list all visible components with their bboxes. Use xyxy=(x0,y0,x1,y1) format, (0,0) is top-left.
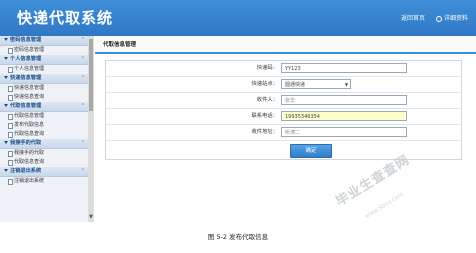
phone-input[interactable]: 19935346354 xyxy=(281,111,407,121)
publish-pickup-form: 快递码： YY123 快递站点： 圆通快递 ▼ 收件人： 张华 联系电话： 199… xyxy=(105,60,462,160)
scroll-down-icon[interactable]: ▼ xyxy=(88,214,94,220)
dropdown-arrow-icon: ▼ xyxy=(344,82,348,87)
collapse-icon xyxy=(4,76,8,79)
home-link[interactable]: 返回首页 xyxy=(401,15,425,22)
form-row-phone: 联系电话： 19935346354 xyxy=(106,109,461,125)
sidebar-group-express[interactable]: 快递信息管理 ⌃ xyxy=(0,74,88,84)
figure-caption: 图 5-2 发布代取信息 xyxy=(207,233,269,241)
sidebar-group-personal[interactable]: 个人信息管理 ⌃ xyxy=(0,55,88,65)
form-row-tracking: 快递码： YY123 xyxy=(106,61,461,77)
sidebar-item-pickup-manage[interactable]: 代取信息管理 xyxy=(0,112,88,121)
document-icon xyxy=(8,123,13,129)
info-icon xyxy=(435,15,442,22)
document-icon xyxy=(8,95,13,101)
collapse-toggle-icon: ⌃ xyxy=(80,75,85,81)
document-icon xyxy=(8,86,13,92)
collapse-toggle-icon: ⌃ xyxy=(80,56,85,62)
main-panel: 代取信息管理 快递码： YY123 快递站点： 圆通快递 ▼ 收件人： 张华 联系… xyxy=(95,36,476,222)
sidebar-item-logout[interactable]: 注销退出系统 xyxy=(0,177,88,186)
sidebar-item-express-manage[interactable]: 快递信息管理 xyxy=(0,84,88,93)
collapse-toggle-icon: ⌃ xyxy=(80,140,85,146)
document-icon xyxy=(8,151,13,157)
sidebar-group-pickup[interactable]: 代取信息管理 ⌃ xyxy=(0,102,88,112)
form-row-address: 收件地址： 听涛二 xyxy=(106,125,461,141)
document-icon xyxy=(8,67,13,73)
document-icon xyxy=(8,179,13,185)
collapse-icon xyxy=(4,38,8,41)
sidebar-item-personal[interactable]: 个人信息管理 xyxy=(0,65,88,74)
tab-pickup-manage[interactable]: 代取信息管理 xyxy=(103,40,136,48)
collapse-toggle-icon: ⌃ xyxy=(80,37,85,43)
scrollbar-thumb[interactable] xyxy=(89,39,93,111)
document-icon xyxy=(8,160,13,166)
info-link[interactable]: 详细资料 xyxy=(435,15,468,22)
recipient-input[interactable]: 张华 xyxy=(281,95,407,105)
address-label: 收件地址： xyxy=(251,129,279,135)
sidebar-item-express-query[interactable]: 快递信息查询 xyxy=(0,93,88,102)
top-links: 返回首页 详细资料 xyxy=(392,13,468,22)
sidebar-item-accepted-query[interactable]: 代取信息查询 xyxy=(0,158,88,167)
sidebar-item-pickup-publish[interactable]: 发布代取信息 xyxy=(0,121,88,130)
sidebar-item-pickup-query[interactable]: 代取信息查询 xyxy=(0,130,88,139)
collapse-icon xyxy=(4,141,8,144)
collapse-icon xyxy=(4,169,8,172)
sidebar-group-accepted[interactable]: 我接手的代取 ⌃ xyxy=(0,139,88,149)
form-row-recipient: 收件人： 张华 xyxy=(106,93,461,109)
recipient-label: 收件人： xyxy=(256,97,278,103)
sidebar-group-logout[interactable]: 注销退出系统 ⌃ xyxy=(0,167,88,177)
tracking-label: 快递码： xyxy=(256,65,278,71)
document-icon xyxy=(8,132,13,138)
sidebar: 密码信息管理 ⌃ 密码信息管理 个人信息管理 ⌃ 个人信息管理 快递信息管理 ⌃ 快递… xyxy=(0,36,89,222)
sidebar-item-accepted[interactable]: 我接手的代取 xyxy=(0,149,88,158)
app-window: 快递代取系统 返回首页 详细资料 密码信息管理 ⌃ 密码信息管理 个人信息管理 ⌃ … xyxy=(0,0,476,222)
submit-button[interactable]: 确定 xyxy=(290,144,332,158)
phone-label: 联系电话： xyxy=(251,113,279,119)
collapse-icon xyxy=(4,57,8,60)
sidebar-group-password[interactable]: 密码信息管理 ⌃ xyxy=(0,36,88,46)
form-row-station: 快递站点： 圆通快递 ▼ xyxy=(106,77,461,93)
app-title: 快递代取系统 xyxy=(17,9,114,27)
tracking-input[interactable]: YY123 xyxy=(281,63,407,73)
sidebar-item-password[interactable]: 密码信息管理 xyxy=(0,46,88,55)
station-label: 快递站点： xyxy=(251,81,279,87)
document-icon xyxy=(8,48,13,54)
station-select[interactable]: 圆通快递 ▼ xyxy=(281,79,351,89)
form-actions: 确定 xyxy=(106,141,461,159)
address-input[interactable]: 听涛二 xyxy=(281,127,407,137)
header-bar: 快递代取系统 返回首页 详细资料 xyxy=(0,0,476,36)
document-icon xyxy=(8,114,13,120)
tab-bar: 代取信息管理 xyxy=(95,36,476,54)
collapse-icon xyxy=(4,104,8,107)
collapse-toggle-icon: ⌃ xyxy=(80,168,85,174)
sidebar-scrollbar[interactable]: ▼ xyxy=(88,36,94,222)
collapse-toggle-icon: ⌃ xyxy=(80,103,85,109)
